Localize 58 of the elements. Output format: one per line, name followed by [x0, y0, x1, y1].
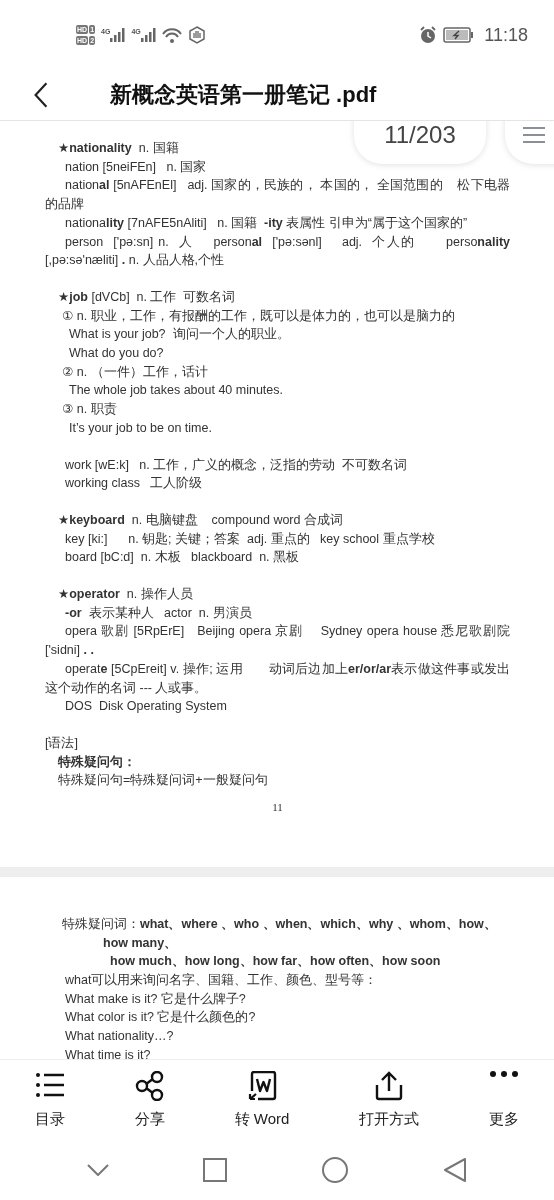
text-line: DOS Disk Operating System [64, 698, 228, 716]
document-title: 新概念英语第一册笔记 .pdf [110, 81, 377, 109]
text-line: working class 工人阶级 [64, 475, 204, 493]
status-time: 11:18 [484, 24, 528, 46]
text-line: ★operator n. 操作人员 [57, 586, 194, 604]
back-triangle-icon[interactable] [443, 1157, 467, 1183]
text-line: 特殊疑问词：what、where 、who 、when、which、why 、whom、how、 [61, 915, 498, 933]
home-icon[interactable] [321, 1156, 349, 1184]
text-line: What time is it? [64, 1046, 152, 1059]
text-line: nation [5neiFEn] n. 国家 [64, 158, 208, 176]
text-line: What do you do? [68, 345, 165, 363]
share-icon [134, 1071, 165, 1101]
text-line: what可以用来询问名字、国籍、工作、颜色、型号等： [64, 971, 379, 989]
hand-shield-icon [187, 26, 206, 44]
text-line: [语法] [45, 735, 79, 752]
text-line: person ['pə:sn] n. 人 personal ['pə:sənl] adj. 个人的 personality [,pə:sə'næliti] . n. 人品人格,个性 [45, 233, 510, 270]
signal-icon [110, 28, 126, 42]
page-number: 11 [271, 800, 284, 816]
battery-charging-icon [443, 27, 475, 43]
page-indicator: 11/203 [354, 121, 486, 164]
text-line: What is your job? 询问一个人的职业。 [68, 326, 291, 344]
text-line: how much、how long、how far、how often、how soon [109, 953, 442, 971]
text-line: What make is it? 它是什么牌子? [64, 990, 247, 1008]
text-line: ★job [dVCb] n. 工作 可数名词 [57, 288, 237, 306]
alarm-icon [419, 26, 438, 44]
square-icon[interactable] [203, 1158, 227, 1182]
toolbar-button[interactable]: 分享 [130, 1067, 169, 1133]
text-line: It’s your job to be on time. [68, 419, 213, 437]
text-line: key [ki:] n. 钥匙; 关键；答案 adj. 重点的 key school 重点学校 [64, 530, 436, 548]
text-line: ① n. 职业，工作，有报酬的工作，既可以是体力的，也可以是脑力的 [61, 307, 456, 325]
text-line: nationality [7nAFE5nAliti] n. 国籍 -ity 表属性 引申为“属于这个国家的” [64, 214, 469, 232]
toolbar-button[interactable]: 转 Word [230, 1067, 294, 1133]
chevron-down-icon[interactable] [87, 1164, 109, 1176]
wifi-icon [161, 27, 182, 43]
text-line: What color is it? 它是什么颜色的? [64, 1009, 257, 1027]
toolbar-button[interactable]: 打开方式 [355, 1067, 424, 1133]
upload-box-icon [374, 1071, 405, 1101]
text-line: opera 歌剧 [5RpErE] Beijing opera 京剧 Sydney opera house 悉尼歌剧院 ['sidni] . . [45, 623, 510, 660]
text-line: work [wE:k] n. 工作，广义的概念，泛指的劳动 不可数名词 [64, 456, 409, 474]
signal-icon [140, 28, 156, 42]
text-line: operate [5CpEreit] v. 操作; 运用 动词后边加上er/or/ar表示做这件事或发出这个动作的名词 --- 人或事。 [45, 660, 510, 697]
text-line: ★nationality n. 国籍 [57, 140, 180, 157]
text-line: ③ n. 职责 [61, 401, 118, 419]
back-icon[interactable] [32, 81, 50, 109]
word-document-icon [246, 1071, 277, 1101]
toolbar-button[interactable]: 更多 [485, 1067, 524, 1133]
text-line: how many、 [102, 934, 179, 952]
text-line: board [bC:d] n. 木板 blackboard n. 黑板 [64, 549, 301, 567]
text-line: What nationality…? [64, 1028, 175, 1045]
text-line: ★keyboard n. 电脑键盘 compound word 合成词 [57, 511, 344, 529]
text-line: 特殊疑问句=特殊疑问词+一般疑问句 [57, 772, 269, 790]
text-line: 特殊疑问句： [57, 753, 137, 771]
menu-icon [523, 126, 545, 144]
more-icon [489, 1071, 520, 1077]
toolbar-button[interactable]: 目录 [30, 1067, 69, 1133]
text-line: The whole job takes about 40 minutes. [68, 382, 285, 400]
text-line: -or 表示某种人 actor n. 男演员 [64, 604, 253, 622]
text-line: ② n. （一件）工作，话计 [61, 363, 209, 381]
